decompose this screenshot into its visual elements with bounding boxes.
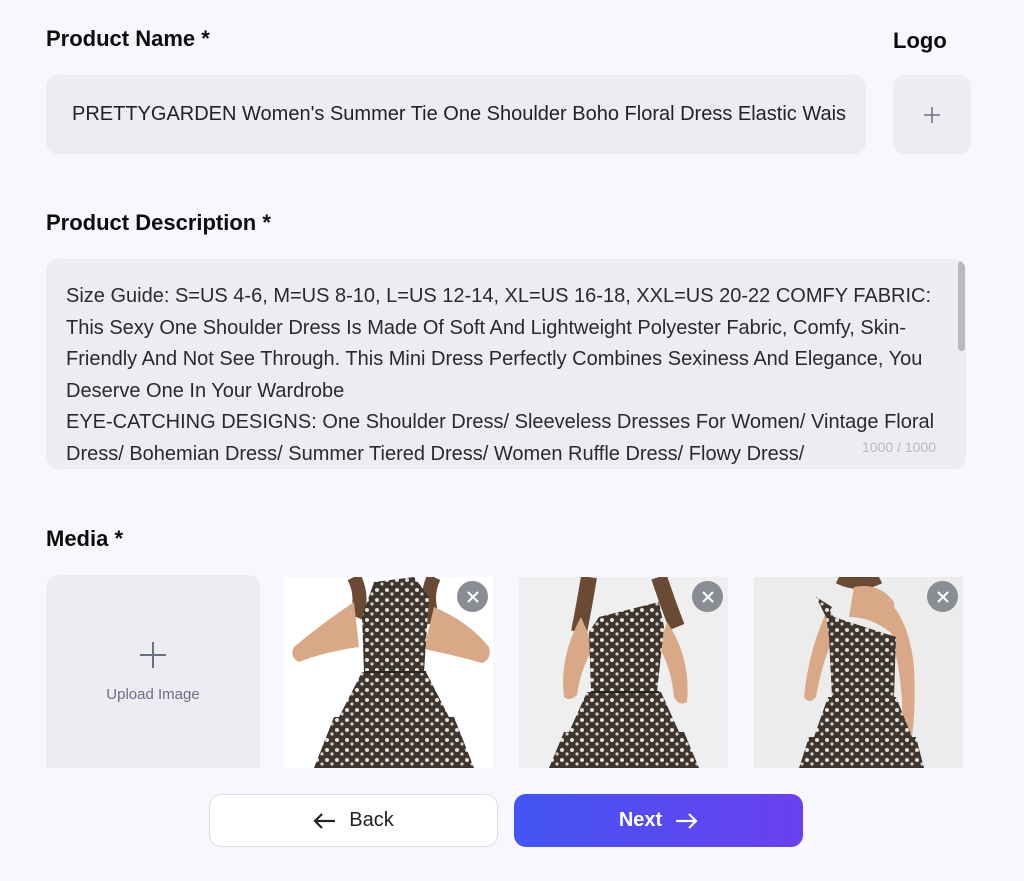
product-description-label: Product Description *	[46, 210, 271, 235]
close-icon	[701, 590, 714, 603]
plus-icon	[924, 106, 940, 123]
remove-image-button[interactable]	[927, 581, 958, 612]
media-image-front-standing[interactable]	[519, 577, 728, 768]
next-button-label: Next	[618, 809, 663, 831]
product-description-textarea[interactable]: Size Guide: S=US 4-6, M=US 8-10, L=US 12…	[46, 259, 966, 469]
remove-image-button[interactable]	[457, 581, 488, 612]
description-scrollbar[interactable]	[956, 259, 966, 469]
product-description-value: Size Guide: S=US 4-6, M=US 8-10, L=US 12…	[66, 285, 935, 465]
media-image-back-view[interactable]	[754, 577, 963, 768]
arrow-left-icon	[313, 812, 336, 829]
product-name-input[interactable]: PRETTYGARDEN Women's Summer Tie One Shou…	[46, 75, 866, 154]
back-button[interactable]: Back	[209, 794, 498, 847]
back-button-label: Back	[349, 809, 394, 831]
plus-icon	[140, 642, 166, 668]
media-image-front-hands-on-hips[interactable]	[284, 577, 493, 768]
upload-image-button[interactable]: Upload Image	[46, 575, 260, 768]
product-name-value: PRETTYGARDEN Women's Summer Tie One Shou…	[72, 103, 846, 125]
upload-image-label: Upload Image	[106, 686, 200, 703]
product-name-label: Product Name *	[46, 26, 210, 51]
character-counter: 1000 / 1000	[862, 439, 936, 455]
close-icon	[936, 590, 949, 603]
next-button[interactable]: Next	[514, 794, 803, 847]
logo-upload-button[interactable]	[893, 75, 971, 154]
arrow-right-icon	[676, 812, 698, 829]
scrollbar-thumb[interactable]	[958, 261, 965, 351]
remove-image-button[interactable]	[692, 581, 723, 612]
media-label: Media *	[46, 526, 124, 551]
logo-label: Logo	[893, 28, 947, 53]
product-form-page: Product Name * Logo PRETTYGARDEN Women's…	[0, 0, 1024, 881]
close-icon	[466, 590, 479, 603]
